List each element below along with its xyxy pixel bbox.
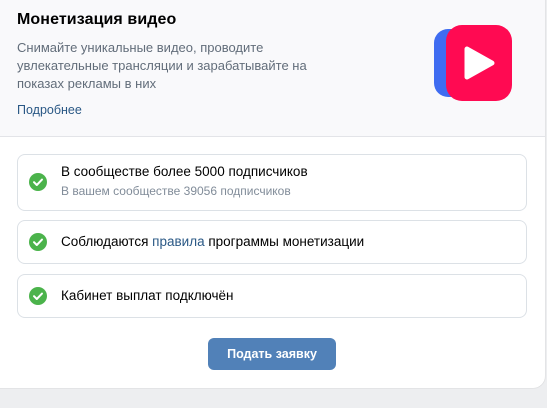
rules-link[interactable]: правила	[152, 234, 204, 249]
vk-video-logo-icon	[434, 25, 512, 101]
requirement-text-after: программы монетизации	[204, 234, 365, 249]
requirement-label: В сообществе более 5000 подписчиков	[61, 164, 308, 179]
monetization-header: Монетизация видео Снимайте уникальные ви…	[0, 0, 545, 137]
requirement-label: Соблюдаются правила программы монетизаци…	[61, 234, 364, 249]
requirement-payouts: Кабинет выплат подключён	[17, 274, 527, 318]
monetization-description: Снимайте уникальные видео, проводите увл…	[17, 40, 307, 91]
page-title: Монетизация видео	[17, 11, 177, 28]
apply-button[interactable]: Подать заявку	[208, 338, 336, 370]
requirement-text-before: Соблюдаются	[61, 234, 153, 249]
requirement-subscribers: В сообществе более 5000 подписчиков В ва…	[17, 154, 527, 211]
more-link[interactable]: Подробнее	[17, 103, 82, 117]
monetization-card: Монетизация видео Снимайте уникальные ви…	[0, 0, 545, 388]
check-circle-icon	[29, 173, 47, 191]
check-circle-icon	[29, 233, 47, 251]
check-circle-icon	[29, 287, 47, 305]
requirement-sublabel: В вашем сообществе 39056 подписчиков	[61, 184, 291, 198]
requirement-rules: Соблюдаются правила программы монетизаци…	[17, 220, 527, 264]
requirement-label: Кабинет выплат подключён	[61, 288, 234, 303]
